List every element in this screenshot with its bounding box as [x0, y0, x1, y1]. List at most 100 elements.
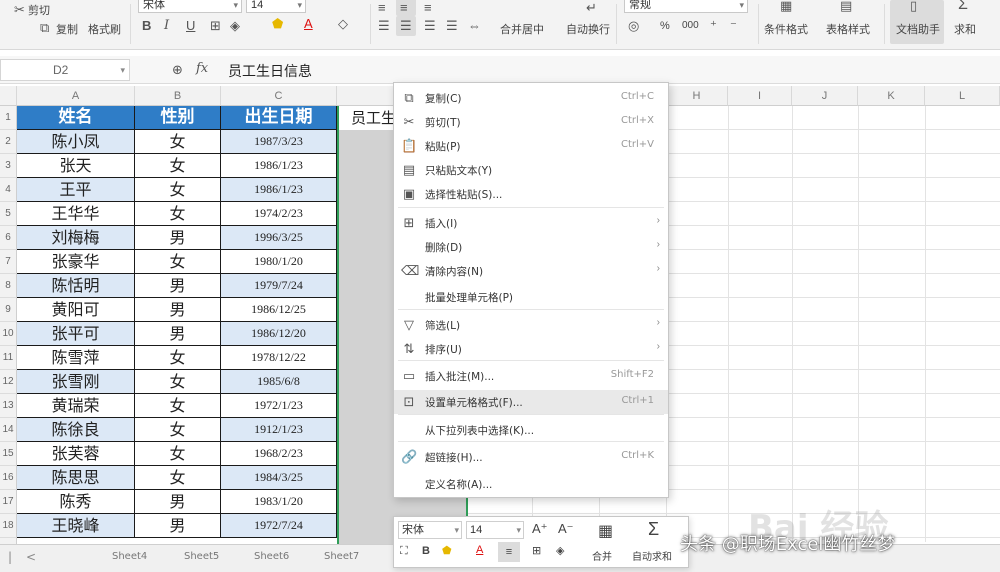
mini-sum-button[interactable]: 自动求和 — [632, 548, 672, 563]
menu-item[interactable]: ⌫ 清除内容(N) › — [394, 259, 668, 283]
table-cell[interactable]: 男 — [135, 490, 221, 514]
doc-helper-icon[interactable]: ▯ — [910, 0, 917, 14]
copy-icon[interactable]: ⧉ — [40, 20, 49, 36]
table-cell[interactable]: 女 — [135, 178, 221, 202]
row-header-5[interactable]: 5 — [0, 202, 17, 226]
table-cell[interactable]: 张芙蓉 — [17, 442, 135, 466]
table-cell[interactable]: 男 — [135, 274, 221, 298]
thousands-button[interactable]: 000 — [682, 20, 699, 31]
row-header-13[interactable]: 13 — [0, 394, 17, 418]
mini-font-color-icon[interactable]: A — [476, 544, 483, 556]
mini-border-icon[interactable]: ⊞ — [532, 544, 541, 557]
align-middle-icon[interactable]: ≡ — [400, 0, 408, 15]
table-cell[interactable]: 张雪刚 — [17, 370, 135, 394]
align-center-icon[interactable]: ☰ — [400, 18, 412, 34]
table-cell[interactable]: 1968/2/23 — [221, 442, 337, 466]
align-left-icon[interactable]: ☰ — [378, 18, 390, 34]
row-header-7[interactable]: 7 — [0, 250, 17, 274]
table-cell[interactable]: 黄瑞荣 — [17, 394, 135, 418]
table-cell[interactable]: 女 — [135, 202, 221, 226]
row-header-15[interactable]: 15 — [0, 442, 17, 466]
align-top-icon[interactable]: ≡ — [378, 0, 386, 15]
table-cell[interactable]: 1980/1/20 — [221, 250, 337, 274]
mini-merge-button[interactable]: 合并 — [592, 548, 612, 563]
menu-item[interactable]: 从下拉列表中选择(K)... — [394, 418, 668, 442]
menu-item[interactable]: 定义名称(A)... — [394, 472, 668, 496]
table-cell[interactable]: 陈思思 — [17, 466, 135, 490]
table-cell[interactable]: 1984/3/25 — [221, 466, 337, 490]
table-cell[interactable]: 陈徐良 — [17, 418, 135, 442]
row-header-14[interactable]: 14 — [0, 418, 17, 442]
table-cell[interactable]: 1978/12/22 — [221, 346, 337, 370]
scroll-prev-icon[interactable]: < — [26, 550, 36, 564]
table-cell[interactable]: 张天 — [17, 154, 135, 178]
table-cell[interactable]: 陈小凤 — [17, 130, 135, 154]
row-header-1[interactable]: 1 — [0, 106, 17, 130]
table-cell[interactable]: 1979/7/24 — [221, 274, 337, 298]
table-cell[interactable]: 女 — [135, 154, 221, 178]
column-header-l[interactable]: L — [925, 86, 1000, 106]
mini-bold-button[interactable]: B — [422, 545, 430, 557]
table-cell[interactable]: 王华华 — [17, 202, 135, 226]
mini-format-painter-icon[interactable]: ⛶ — [400, 545, 408, 558]
table-cell[interactable]: 1972/1/23 — [221, 394, 337, 418]
percent-button[interactable]: % — [660, 20, 670, 32]
doc-helper-button[interactable]: 文档助手 — [896, 21, 940, 37]
table-cell[interactable]: 女 — [135, 394, 221, 418]
align-right-icon[interactable]: ☰ — [424, 18, 436, 34]
tab-sheet4[interactable]: Sheet4 — [112, 551, 147, 562]
table-cell[interactable]: 黄阳可 — [17, 298, 135, 322]
copy-button[interactable]: 复制 — [56, 21, 78, 37]
column-header-c[interactable]: C — [221, 86, 337, 106]
table-style-icon[interactable]: ▤ — [840, 0, 852, 14]
row-header-4[interactable]: 4 — [0, 178, 17, 202]
font-name-select[interactable]: 宋体 — [138, 0, 242, 13]
sum-icon[interactable]: Σ — [958, 0, 968, 14]
mini-fill-icon[interactable]: ◈ — [556, 544, 564, 557]
decrease-decimal-icon[interactable]: ⁻ — [730, 18, 737, 34]
table-header-cell[interactable]: 性别 — [135, 106, 221, 130]
scroll-first-icon[interactable]: | — [8, 550, 12, 564]
table-cell[interactable]: 1983/1/20 — [221, 490, 337, 514]
table-cell[interactable]: 1987/3/23 — [221, 130, 337, 154]
sum-button[interactable]: 求和 — [954, 21, 976, 37]
mini-highlight-icon[interactable]: ⬟ — [442, 544, 452, 557]
table-cell[interactable]: 王平 — [17, 178, 135, 202]
table-cell[interactable]: 王晓峰 — [17, 514, 135, 538]
menu-item[interactable]: ⊡ 设置单元格格式(F)... Ctrl+1 — [394, 390, 668, 414]
fx-icon[interactable]: fx — [196, 61, 208, 76]
row-header-6[interactable]: 6 — [0, 226, 17, 250]
tab-sheet7[interactable]: Sheet7 — [324, 551, 359, 562]
wrap-text-icon[interactable]: ↵ — [586, 0, 597, 16]
number-format-select[interactable]: 常规 — [624, 0, 748, 13]
row-header-2[interactable]: 2 — [0, 130, 17, 154]
menu-item[interactable]: 删除(D) › — [394, 235, 668, 259]
row-header-3[interactable]: 3 — [0, 154, 17, 178]
tab-sheet6[interactable]: Sheet6 — [254, 551, 289, 562]
table-cell[interactable]: 1985/6/8 — [221, 370, 337, 394]
table-cell[interactable]: 1986/1/23 — [221, 178, 337, 202]
cut-button[interactable]: 剪切 — [28, 2, 50, 18]
format-painter-button[interactable]: 格式刷 — [88, 21, 121, 37]
table-cell[interactable]: 陈恬明 — [17, 274, 135, 298]
table-header-cell[interactable]: 出生日期 — [221, 106, 337, 130]
mini-font-name-select[interactable]: 宋体 — [398, 521, 462, 539]
table-cell[interactable]: 男 — [135, 298, 221, 322]
row-header-8[interactable]: 8 — [0, 274, 17, 298]
scissors-icon[interactable]: ✂ — [14, 2, 25, 18]
table-cell[interactable]: 1986/1/23 — [221, 154, 337, 178]
row-header-11[interactable]: 11 — [0, 346, 17, 370]
table-cell[interactable]: 1986/12/20 — [221, 322, 337, 346]
table-cell[interactable]: 1912/1/23 — [221, 418, 337, 442]
table-cell[interactable]: 女 — [135, 346, 221, 370]
table-cell[interactable]: 女 — [135, 370, 221, 394]
fill-color-icon[interactable]: ◈ — [230, 18, 240, 34]
conditional-format-icon[interactable]: ▦ — [780, 0, 792, 14]
tab-sheet5[interactable]: Sheet5 — [184, 551, 219, 562]
distributed-icon[interactable]: ⇔ — [468, 18, 481, 33]
table-cell[interactable]: 1996/3/25 — [221, 226, 337, 250]
menu-item[interactable]: ▽ 筛选(L) › — [394, 313, 668, 337]
row-header-10[interactable]: 10 — [0, 322, 17, 346]
row-header-9[interactable]: 9 — [0, 298, 17, 322]
table-cell[interactable]: 女 — [135, 250, 221, 274]
